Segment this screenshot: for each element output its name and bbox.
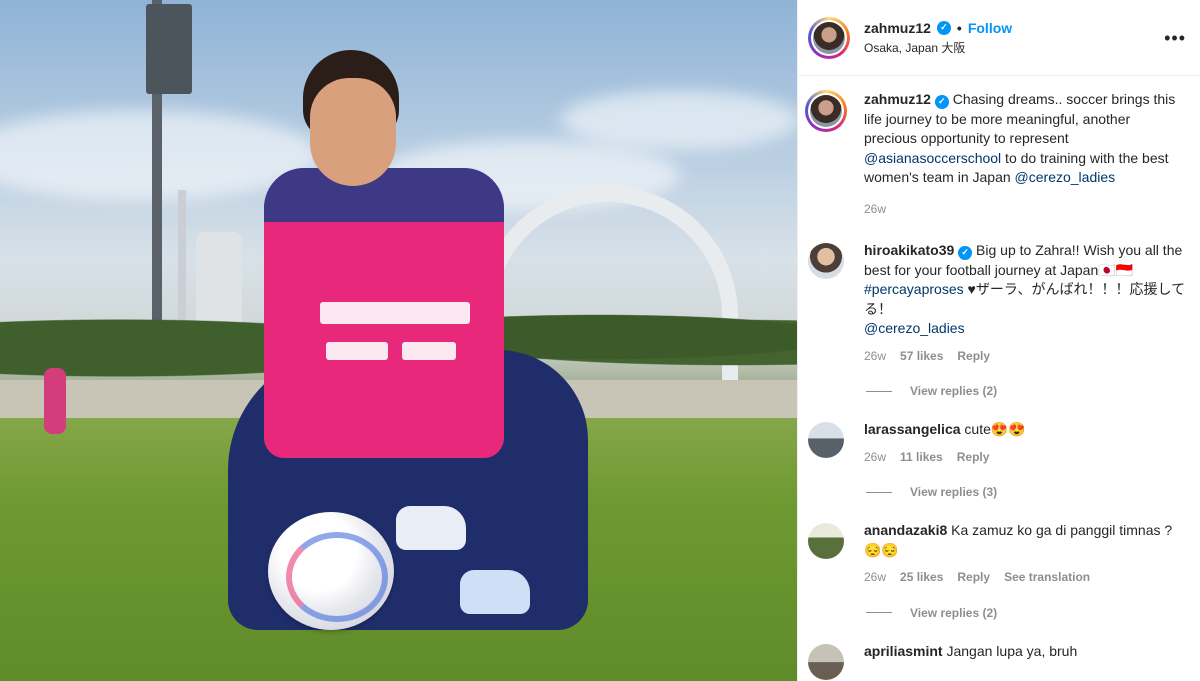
divider-line: [866, 612, 892, 613]
comment-text: cute😍😍: [964, 421, 1026, 437]
player-face: [310, 78, 396, 186]
caption-mention[interactable]: @asianasoccerschool: [864, 150, 1001, 166]
instagram-post-view: zahmuz12 ✓ • Follow Osaka, Japan 大阪 ••• …: [0, 0, 1200, 681]
soccer-ball: [268, 512, 394, 630]
reply-button[interactable]: Reply: [957, 448, 990, 468]
follow-button[interactable]: Follow: [968, 20, 1012, 36]
comment-username[interactable]: apriliasmint: [864, 643, 943, 659]
player-shoe: [460, 570, 530, 614]
caption-username[interactable]: zahmuz12: [864, 91, 931, 107]
comment-timestamp[interactable]: 26w: [864, 568, 886, 588]
view-replies-label: View replies (2): [910, 605, 998, 620]
likes-count[interactable]: 11 likes: [900, 448, 943, 468]
post-header: zahmuz12 ✓ • Follow Osaka, Japan 大阪 •••: [798, 0, 1200, 76]
view-replies-label: View replies (3): [910, 485, 998, 499]
comment-timestamp[interactable]: 26w: [864, 347, 886, 367]
verified-icon: ✓: [934, 94, 949, 109]
likes-count[interactable]: 25 likes: [900, 568, 943, 588]
comment-username[interactable]: anandazaki8: [864, 522, 947, 538]
post-photo[interactable]: [0, 0, 797, 681]
caption-avatar[interactable]: [805, 90, 847, 132]
verified-icon: ✓: [936, 20, 951, 35]
comment-hashtag[interactable]: #percayaproses: [864, 281, 964, 297]
post-location[interactable]: Osaka, Japan 大阪: [864, 39, 1164, 56]
view-replies-button[interactable]: View replies (2): [866, 384, 1186, 398]
commenter-avatar[interactable]: [808, 422, 844, 458]
comment-meta: 26w 25 likes Reply See translation: [864, 568, 1186, 588]
likes-count[interactable]: 57 likes: [900, 347, 943, 367]
author-avatar[interactable]: [808, 16, 850, 59]
comment-meta: 26w 11 likes Reply: [864, 448, 1186, 468]
jersey-sponsor: [402, 342, 456, 360]
post-caption: zahmuz12 ✓ Chasing dreams.. soccer bring…: [805, 90, 1186, 220]
player-figure: [228, 50, 598, 630]
comment-item: larassangelica cute😍😍 26w 11 likes Reply: [808, 420, 1186, 467]
view-replies-button[interactable]: View replies (2): [866, 606, 1186, 620]
see-translation-button[interactable]: See translation: [1004, 568, 1090, 588]
commenter-avatar[interactable]: [808, 643, 844, 680]
jersey-sponsor: [326, 342, 388, 360]
comment-mention[interactable]: @cerezo_ladies: [864, 320, 965, 336]
comment-item: apriliasmint Jangan lupa ya, bruh: [808, 642, 1186, 680]
separator-dot: •: [956, 19, 962, 36]
caption-timestamp[interactable]: 26w: [864, 200, 1186, 220]
comment-timestamp[interactable]: 26w: [864, 448, 886, 468]
reply-button[interactable]: Reply: [957, 568, 990, 588]
comments-panel: zahmuz12 ✓ • Follow Osaka, Japan 大阪 ••• …: [797, 0, 1200, 681]
author-meta: zahmuz12 ✓ • Follow Osaka, Japan 大阪: [864, 20, 1164, 56]
player-shoe: [396, 506, 466, 550]
jersey-sponsor: [320, 302, 470, 324]
comment-meta: 26w 57 likes Reply: [864, 347, 1186, 367]
view-replies-button[interactable]: View replies (3): [866, 485, 1186, 499]
comment-item: hiroakikato39 ✓ Big up to Zahra!! Wish y…: [808, 241, 1186, 366]
author-username[interactable]: zahmuz12: [864, 20, 931, 36]
caption-mention[interactable]: @cerezo_ladies: [1015, 169, 1116, 185]
comment-text: Jangan lupa ya, bruh: [946, 642, 1078, 659]
comments-list: zahmuz12 ✓ Chasing dreams.. soccer bring…: [798, 76, 1200, 680]
background-person: [44, 368, 66, 434]
avatar-image: [813, 21, 845, 54]
view-replies-label: View replies (2): [910, 384, 998, 398]
comment-username[interactable]: larassangelica: [864, 421, 961, 437]
comment-username[interactable]: hiroakikato39: [864, 242, 954, 258]
commenter-avatar[interactable]: [808, 243, 844, 279]
more-options-icon[interactable]: •••: [1164, 29, 1186, 47]
divider-line: [866, 390, 892, 392]
divider-line: [866, 491, 892, 493]
reply-button[interactable]: Reply: [957, 347, 990, 367]
verified-icon: ✓: [958, 245, 973, 260]
jersey-stripe: [264, 168, 504, 222]
avatar-image: [810, 95, 842, 127]
floodlight-head: [146, 4, 192, 94]
commenter-avatar[interactable]: [808, 523, 844, 559]
comment-item: anandazaki8 Ka zamuz ko ga di panggil ti…: [808, 521, 1186, 588]
